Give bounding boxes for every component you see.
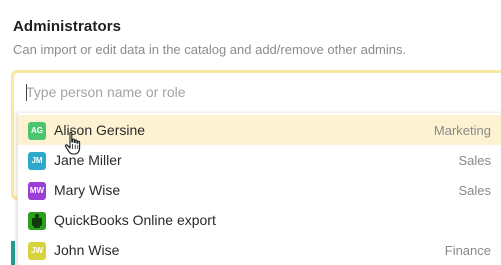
option-role: Marketing	[433, 123, 491, 138]
option-name: Mary Wise	[54, 182, 121, 198]
option-name: QuickBooks Online export	[54, 212, 216, 228]
option-role: Sales	[458, 153, 491, 168]
option-name: John Wise	[54, 242, 120, 258]
search-input[interactable]	[26, 82, 486, 102]
list-item[interactable]: JW John Wise Finance	[18, 235, 501, 265]
option-role: Finance	[444, 243, 491, 258]
avatar: JW	[28, 242, 46, 260]
accent-bar	[11, 241, 15, 265]
text-caret	[26, 84, 27, 101]
quickbooks-icon	[28, 212, 46, 230]
hand-pointer-icon	[64, 131, 84, 157]
avatar: JM	[28, 152, 46, 170]
suggestion-dropdown: AG Alison Gersine Marketing JM Jane Mill…	[17, 113, 501, 265]
administrators-panel: Administrators Can import or edit data i…	[0, 0, 501, 265]
list-item[interactable]: QuickBooks Online export	[18, 205, 501, 235]
section-title: Administrators	[13, 18, 122, 35]
list-item[interactable]: AG Alison Gersine Marketing	[18, 115, 501, 145]
search-field[interactable]	[14, 73, 501, 111]
list-item[interactable]: MW Mary Wise Sales	[18, 175, 501, 205]
avatar: AG	[28, 122, 46, 140]
list-item[interactable]: JM Jane Miller Sales	[18, 145, 501, 175]
section-description: Can import or edit data in the catalog a…	[13, 42, 407, 57]
avatar: MW	[28, 182, 46, 200]
option-role: Sales	[458, 183, 491, 198]
